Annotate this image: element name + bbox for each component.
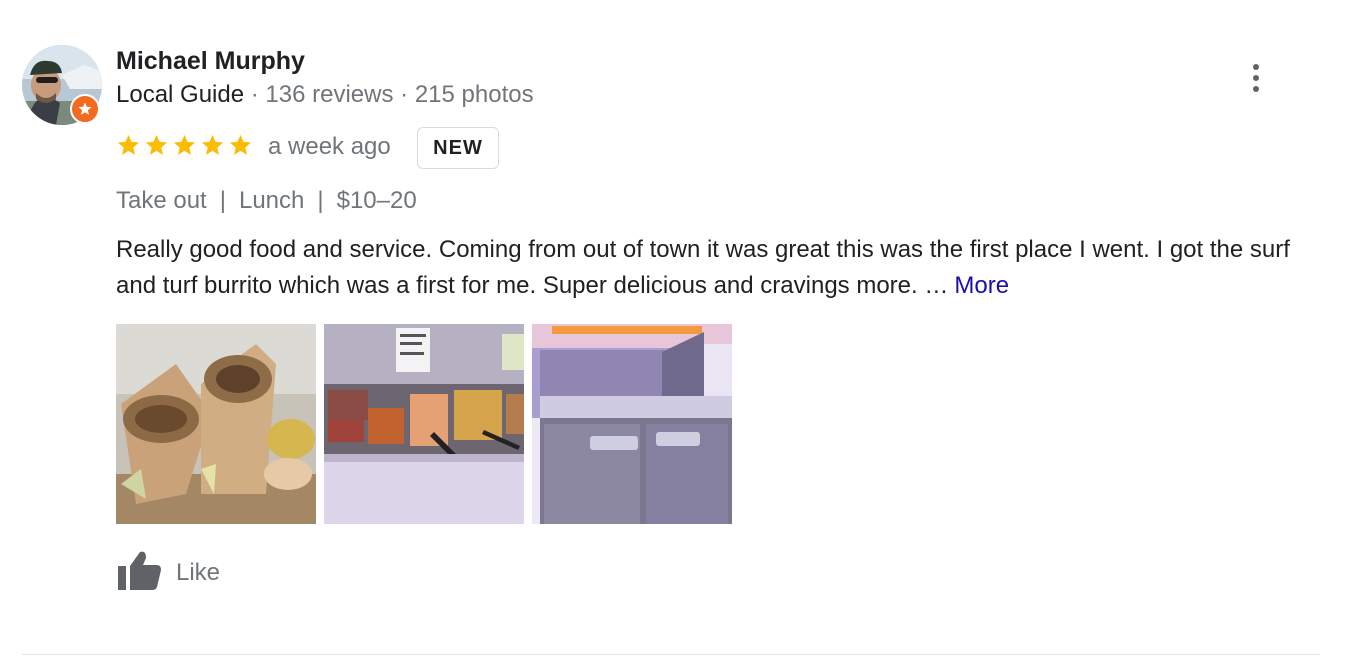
star-icon bbox=[173, 134, 196, 155]
tag-meal: Lunch bbox=[238, 187, 305, 214]
review-photo-burrito[interactable] bbox=[116, 324, 316, 524]
more-link[interactable]: More bbox=[954, 272, 1009, 299]
more-options-button[interactable] bbox=[1240, 58, 1272, 98]
review-card: Michael Murphy Local Guide · 136 reviews… bbox=[0, 0, 1354, 656]
tag-service-mode: Take out bbox=[116, 187, 207, 214]
star-icon bbox=[229, 134, 252, 155]
review-photos bbox=[116, 324, 732, 524]
like-button[interactable]: Like bbox=[116, 550, 221, 597]
local-guide-badge-icon bbox=[70, 94, 100, 124]
more-vert-icon bbox=[1253, 64, 1259, 70]
thumb-up-icon bbox=[116, 550, 162, 597]
star-icon bbox=[117, 134, 140, 155]
tag-separator: | bbox=[219, 187, 226, 214]
tag-price: $10–20 bbox=[336, 187, 417, 214]
reviewer-level: Local Guide bbox=[116, 81, 245, 108]
review-tags: Take out | Lunch | $10–20 bbox=[116, 186, 417, 216]
review-body: Really good food and service. Coming fro… bbox=[116, 236, 1290, 299]
new-badge: NEW bbox=[417, 127, 499, 169]
review-text: Really good food and service. Coming fro… bbox=[116, 232, 1316, 304]
review-photo-food-bar[interactable] bbox=[324, 324, 524, 524]
reviewer-photo-count: · 215 photos bbox=[400, 81, 534, 108]
tag-separator: | bbox=[317, 187, 324, 214]
star-icon bbox=[201, 134, 224, 155]
reviewer-review-count: · 136 reviews bbox=[250, 81, 394, 108]
reviewer-name[interactable]: Michael Murphy bbox=[116, 46, 305, 76]
review-time: a week ago bbox=[268, 133, 391, 160]
star-rating bbox=[116, 133, 253, 161]
reviewer-meta: Local Guide · 136 reviews · 215 photos bbox=[116, 80, 534, 110]
divider bbox=[22, 654, 1320, 655]
like-label: Like bbox=[176, 559, 221, 586]
review-photo-prep-fridge[interactable] bbox=[532, 324, 732, 524]
star-icon bbox=[145, 134, 168, 155]
